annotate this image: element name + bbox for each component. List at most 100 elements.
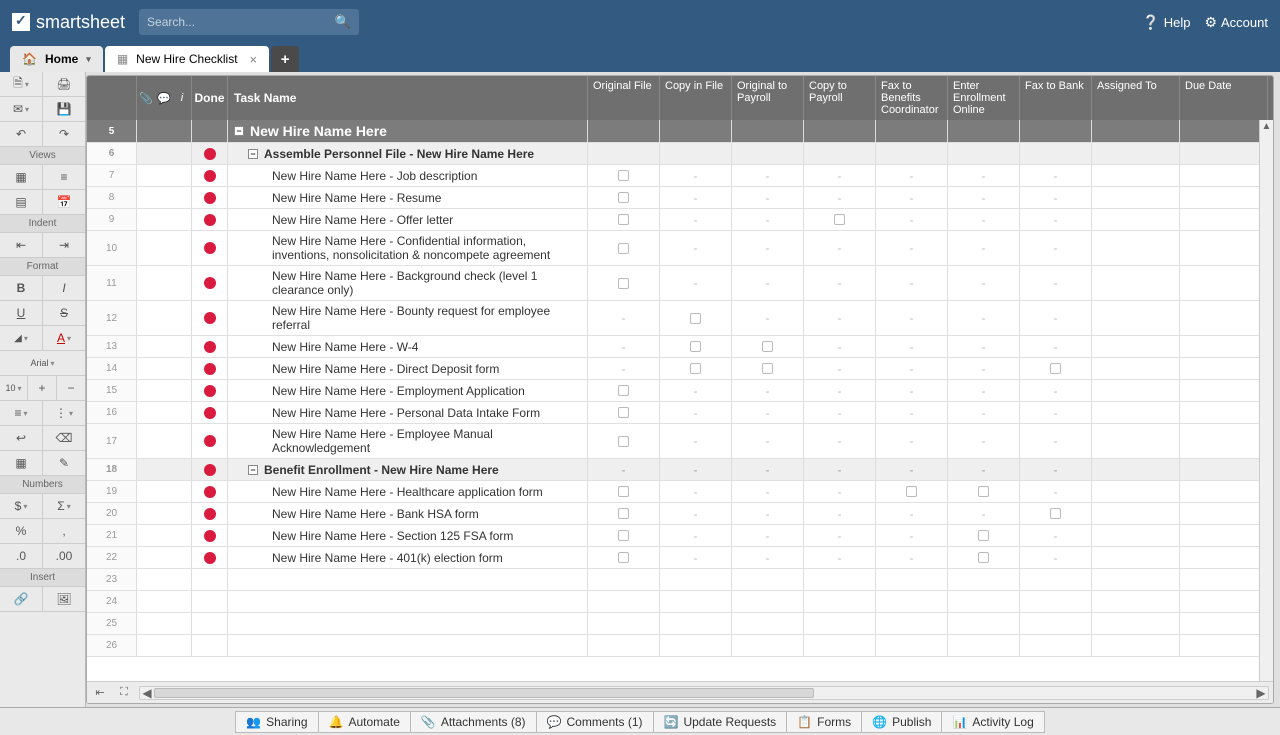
table-row[interactable]: 7New Hire Name Here - Job description---… <box>87 165 1273 187</box>
table-row[interactable]: 16New Hire Name Here - Personal Data Int… <box>87 402 1273 424</box>
currency-icon[interactable]: $▾ <box>0 494 43 518</box>
data-cell[interactable] <box>588 402 660 423</box>
data-cell[interactable] <box>1020 613 1092 634</box>
comments-button[interactable]: 💬Comments (1) <box>536 711 653 733</box>
data-cell[interactable] <box>948 120 1020 142</box>
task-cell[interactable] <box>228 613 588 634</box>
checkbox[interactable] <box>690 313 701 324</box>
data-cell[interactable] <box>732 569 804 590</box>
data-cell[interactable]: - <box>948 165 1020 186</box>
scroll-right-icon[interactable]: ▶ <box>1254 686 1268 700</box>
data-cell[interactable] <box>588 120 660 142</box>
data-cell[interactable]: - <box>732 503 804 524</box>
col-c8[interactable]: Assigned To <box>1092 76 1180 120</box>
data-cell[interactable] <box>804 209 876 230</box>
info-icon[interactable]: i <box>173 92 191 104</box>
data-cell[interactable] <box>1180 459 1268 480</box>
data-cell[interactable]: - <box>1020 481 1092 502</box>
col-c1[interactable]: Original File <box>588 76 660 120</box>
data-cell[interactable] <box>1180 266 1268 300</box>
size-down-icon[interactable]: − <box>57 376 85 400</box>
data-cell[interactable] <box>660 336 732 357</box>
data-cell[interactable]: - <box>948 231 1020 265</box>
account-link[interactable]: ⚙Account <box>1204 14 1268 31</box>
data-cell[interactable] <box>660 358 732 379</box>
data-cell[interactable]: - <box>1020 187 1092 208</box>
data-cell[interactable] <box>1092 187 1180 208</box>
checkbox[interactable] <box>762 363 773 374</box>
checkbox[interactable] <box>1050 508 1061 519</box>
data-cell[interactable] <box>948 569 1020 590</box>
data-cell[interactable] <box>1180 336 1268 357</box>
data-cell[interactable]: - <box>804 424 876 458</box>
col-c5[interactable]: Fax to Benefits Coordinator <box>876 76 948 120</box>
row-number[interactable]: 17 <box>87 424 137 458</box>
data-cell[interactable] <box>660 613 732 634</box>
data-cell[interactable] <box>1092 547 1180 568</box>
automate-button[interactable]: 🔔Automate <box>318 711 410 733</box>
data-cell[interactable] <box>588 503 660 524</box>
data-cell[interactable]: - <box>732 209 804 230</box>
data-cell[interactable] <box>876 143 948 164</box>
data-cell[interactable] <box>660 120 732 142</box>
save-icon[interactable]: 💾 <box>43 97 85 121</box>
data-cell[interactable] <box>1180 503 1268 524</box>
data-cell[interactable]: - <box>876 380 948 401</box>
size-select[interactable]: 10▾ <box>0 376 28 400</box>
data-cell[interactable]: - <box>876 301 948 335</box>
align-h-icon[interactable]: ≡▾ <box>0 401 43 425</box>
table-row[interactable]: 18−Benefit Enrollment - New Hire Name He… <box>87 459 1273 481</box>
col-c3[interactable]: Original to Payroll <box>732 76 804 120</box>
data-cell[interactable]: - <box>732 459 804 480</box>
checkbox[interactable] <box>834 214 845 225</box>
table-row[interactable]: 9New Hire Name Here - Offer letter----- <box>87 209 1273 231</box>
data-cell[interactable]: - <box>732 481 804 502</box>
data-cell[interactable]: - <box>876 231 948 265</box>
row-number[interactable]: 20 <box>87 503 137 524</box>
data-cell[interactable] <box>1020 120 1092 142</box>
status-cell[interactable] <box>192 358 228 379</box>
checkbox[interactable] <box>618 407 629 418</box>
sharing-button[interactable]: 👥Sharing <box>235 711 317 733</box>
search-input[interactable] <box>147 15 335 29</box>
table-row[interactable]: 8New Hire Name Here - Resume------ <box>87 187 1273 209</box>
data-cell[interactable]: - <box>660 525 732 546</box>
data-cell[interactable] <box>1092 143 1180 164</box>
data-cell[interactable] <box>588 525 660 546</box>
data-cell[interactable]: - <box>732 380 804 401</box>
data-cell[interactable]: - <box>1020 402 1092 423</box>
checkbox[interactable] <box>618 436 629 447</box>
row-number[interactable]: 23 <box>87 569 137 590</box>
search-icon[interactable]: 🔍 <box>335 14 351 30</box>
row-number[interactable]: 11 <box>87 266 137 300</box>
data-cell[interactable]: - <box>804 266 876 300</box>
data-cell[interactable]: - <box>948 336 1020 357</box>
data-cell[interactable] <box>1092 358 1180 379</box>
data-cell[interactable]: - <box>804 231 876 265</box>
data-cell[interactable]: - <box>804 547 876 568</box>
data-cell[interactable]: - <box>876 358 948 379</box>
row-number[interactable]: 7 <box>87 165 137 186</box>
data-cell[interactable]: - <box>804 301 876 335</box>
data-cell[interactable] <box>732 613 804 634</box>
data-cell[interactable]: - <box>876 209 948 230</box>
data-cell[interactable]: - <box>876 459 948 480</box>
col-task[interactable]: Task Name <box>228 76 588 120</box>
data-cell[interactable] <box>876 635 948 656</box>
data-cell[interactable] <box>1092 165 1180 186</box>
status-cell[interactable] <box>192 503 228 524</box>
data-cell[interactable] <box>1092 569 1180 590</box>
data-cell[interactable] <box>588 143 660 164</box>
task-cell[interactable]: −Benefit Enrollment - New Hire Name Here <box>228 459 588 480</box>
task-cell[interactable]: New Hire Name Here - Offer letter <box>228 209 588 230</box>
data-cell[interactable] <box>1180 143 1268 164</box>
data-cell[interactable] <box>1020 635 1092 656</box>
status-cell[interactable] <box>192 187 228 208</box>
data-cell[interactable]: - <box>732 547 804 568</box>
data-cell[interactable]: - <box>660 547 732 568</box>
data-cell[interactable]: - <box>588 459 660 480</box>
data-cell[interactable]: - <box>1020 380 1092 401</box>
checkbox[interactable] <box>618 243 629 254</box>
data-cell[interactable] <box>1180 424 1268 458</box>
data-cell[interactable]: - <box>732 231 804 265</box>
